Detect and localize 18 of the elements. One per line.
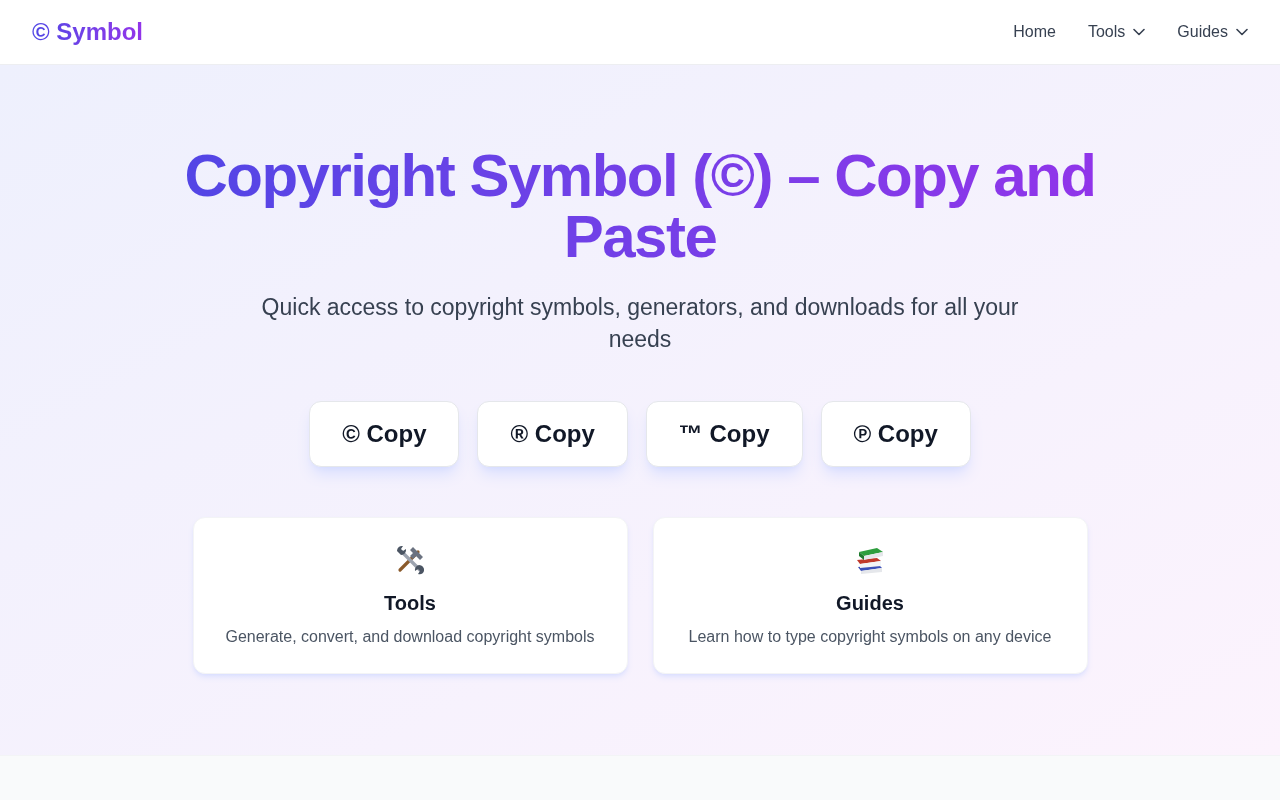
nav-dropdown[interactable]: Guides [1177,20,1248,44]
nav-dropdown[interactable]: Tools [1087,20,1146,44]
copy-button[interactable]: ™ Copy [645,401,803,467]
books-icon [855,546,885,574]
chevron-down-icon [1133,28,1146,36]
nav-link[interactable]: Home [1013,20,1056,44]
card-description: Learn how to type copyright symbols on any device [688,627,1052,647]
nav-card[interactable]: Tools Generate, convert, and download copyright symbols [192,517,628,674]
card-title: Tools [384,591,436,616]
nav-card[interactable]: Guides Learn how to type copyright symbols on any device [652,517,1088,674]
card-description: Generate, convert, and download copyright symbols [225,627,595,647]
chevron-down-icon [1236,28,1248,36]
copy-button[interactable]: © Copy [309,401,460,467]
copy-button[interactable]: ® Copy [477,401,628,467]
hammer-and-wrench-icon [394,544,426,576]
page-subtitle: Quick access to copyright symbols, generators, and downloads for all your needs [260,293,1020,354]
card-title: Guides [836,591,904,616]
copy-button[interactable]: ℗ Copy [820,401,971,467]
